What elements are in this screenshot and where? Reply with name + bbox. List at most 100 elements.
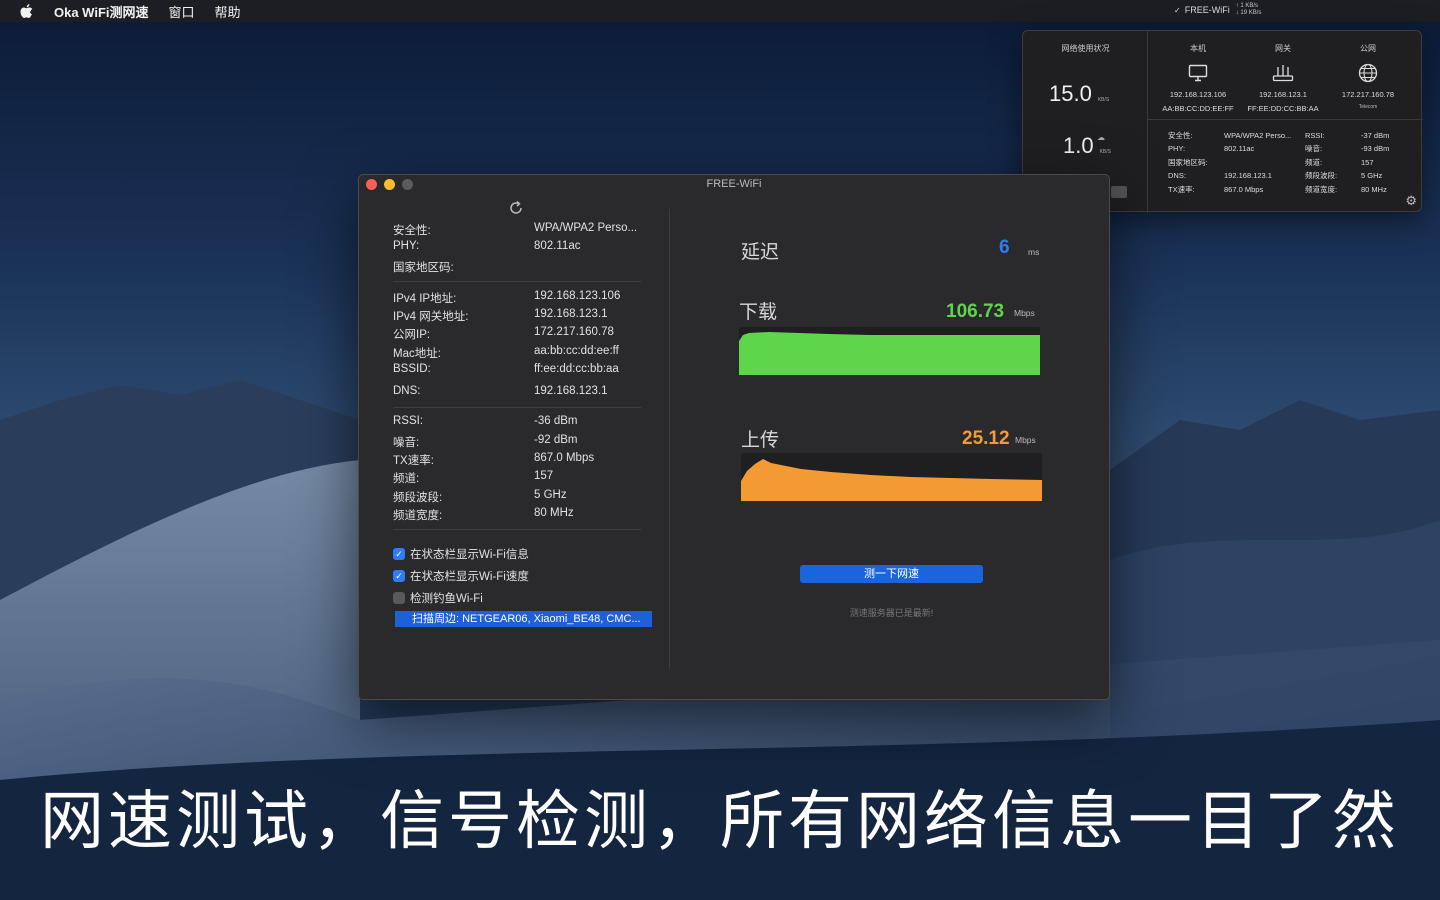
upload-unit: Mbps <box>1015 435 1036 445</box>
status-upload: ↑ 1 KB/s <box>1235 3 1259 9</box>
popover-divider <box>1148 119 1423 120</box>
info-right-values: -37 dBm -93 dBm 157 5 GHz 80 MHz <box>1361 129 1389 196</box>
info-row-mac: Mac地址: aa:bb:cc:dd:ee:ff <box>393 345 641 361</box>
info-value: aa:bb:cc:dd:ee:ff <box>534 345 619 357</box>
option-detect-phishing[interactable]: 检测钓鱼Wi-Fi <box>393 590 483 606</box>
window-title: FREE-WiFi <box>706 178 762 190</box>
info-row-bssid: BSSID: ff:ee:dd:cc:bb:aa <box>393 363 641 379</box>
info-row-rssi: RSSI: -36 dBm <box>393 415 641 431</box>
menu-help[interactable]: 帮助 <box>215 2 241 21</box>
info-row-phy: PHY: 802.11ac <box>393 240 641 256</box>
scan-nearby-bar[interactable]: 扫描周边: NETGEAR06, Xiaomi_BE48, CMC... <box>395 611 652 627</box>
run-speed-test-button[interactable]: 测一下网速 <box>800 565 983 583</box>
status-speeds: ↑ 1 KB/s ↓ 19 KB/s <box>1236 3 1262 17</box>
info-key: 频段波段: <box>1305 171 1338 181</box>
info-value: 192.168.123.1 <box>1224 171 1272 181</box>
status-download: ↓ 19 KB/s <box>1235 10 1262 16</box>
info-key: 频段波段: <box>393 492 443 504</box>
divider <box>393 407 641 408</box>
download-speed-unit: KB/S <box>1097 97 1110 103</box>
info-key: 国家地区码: <box>1168 157 1208 167</box>
upload-graph <box>741 453 1042 501</box>
info-key: 频道宽度: <box>393 510 443 522</box>
latency-value: 6 <box>999 237 1010 258</box>
info-key: 安全性: <box>1168 131 1193 140</box>
download-speed-value: 15.0 <box>1049 81 1092 106</box>
info-row-width: 频道宽度: 80 MHz <box>393 507 641 523</box>
info-value: ff:ee:dd:cc:bb:aa <box>534 363 619 375</box>
info-key: 频道: <box>393 473 420 485</box>
info-value <box>1224 156 1291 169</box>
menu-window[interactable]: 窗口 <box>169 2 195 21</box>
checkbox-checked-icon[interactable]: ✓ <box>393 570 405 582</box>
option-show-wifi-speed[interactable]: ✓ 在状态栏显示Wi-Fi速度 <box>393 568 529 584</box>
option-label: 检测钓鱼Wi-Fi <box>410 593 483 605</box>
info-value: 192.168.123.1 <box>534 385 608 397</box>
info-key: DNS: <box>393 385 421 397</box>
refresh-icon[interactable] <box>507 199 525 217</box>
info-key: Mac地址: <box>393 348 441 360</box>
info-value: -37 dBm <box>1361 131 1390 140</box>
info-key: 公网IP: <box>393 329 431 341</box>
info-row-dns: DNS: 192.168.123.1 <box>393 385 641 401</box>
gear-icon[interactable]: ⚙ <box>1405 193 1417 209</box>
info-value: 802.11ac <box>1224 144 1255 154</box>
upload-speed-value: 1.0 <box>1063 133 1094 158</box>
info-key: 噪音: <box>393 437 420 449</box>
download-graph <box>739 327 1040 375</box>
info-key: RSSI: <box>393 415 424 427</box>
info-key: TX速率: <box>1168 184 1195 194</box>
info-value: 172.217.160.78 <box>534 326 614 338</box>
info-value: 192.168.123.1 <box>534 308 608 320</box>
status-ssid: FREE-WiFi <box>1184 5 1230 15</box>
server-status-note: 测速服务器已是最新! <box>849 608 934 618</box>
latency-label: 延迟 <box>741 242 780 263</box>
info-key: 国家地区码: <box>393 262 454 274</box>
info-key: BSSID: <box>393 363 431 375</box>
info-row-country: 国家地区码: <box>393 259 641 275</box>
info-row-security: 安全性: WPA/WPA2 Perso... <box>393 222 641 238</box>
info-value: WPA/WPA2 Perso... <box>534 222 638 234</box>
info-value: 80 MHz <box>1361 184 1387 194</box>
info-row-channel: 频道: 157 <box>393 470 641 486</box>
scroll-handle[interactable] <box>1111 186 1127 198</box>
info-row-band: 频段波段: 5 GHz <box>393 489 641 505</box>
upload-value: 25.12 <box>962 428 1010 449</box>
info-right-keys: RSSI: 噪音: 频道: 频段波段: 频道宽度: <box>1305 129 1337 196</box>
checkbox-checked-icon[interactable]: ✓ <box>393 548 405 560</box>
main-window: FREE-WiFi 安全性: WPA/WPA2 Perso... PHY: 802.… <box>358 174 1110 700</box>
option-label: 在状态栏显示Wi-Fi信息 <box>410 549 529 561</box>
info-key: 频道宽度: <box>1305 184 1338 194</box>
info-left-keys: 安全性: PHY: 国家地区码: DNS: TX速率: <box>1168 129 1208 196</box>
info-key: PHY: <box>1168 144 1186 154</box>
menu-bar: Oka WiFi测网速 窗口 帮助 ✓ FREE-WiFi ↑ 1 KB/s ↓… <box>0 0 1440 22</box>
title-bar: FREE-WiFi <box>359 175 1109 195</box>
status-item-wifi[interactable]: ✓ FREE-WiFi ↑ 1 KB/s ↓ 19 KB/s <box>1174 3 1261 17</box>
info-row-ipv4: IPv4 IP地址: 192.168.123.106 <box>393 290 641 306</box>
info-value: 867.0 Mbps <box>1224 184 1264 194</box>
globe-icon <box>1318 62 1418 84</box>
option-show-wifi-info[interactable]: ✓ 在状态栏显示Wi-Fi信息 <box>393 546 529 562</box>
network-devices-panel: 本机 192.168.123.106 AA:BB:CC:DD:EE:FF 网关 … <box>1148 31 1423 213</box>
info-row-gateway: IPv4 网关地址: 192.168.123.1 <box>393 308 641 324</box>
menu-app-name[interactable]: Oka WiFi测网速 <box>54 2 149 21</box>
info-value: 80 MHz <box>534 507 574 519</box>
checkbox-unchecked-icon[interactable] <box>393 592 405 604</box>
info-key: 噪音: <box>1305 144 1323 154</box>
info-value: -93 dBm <box>1361 144 1390 154</box>
info-value: 5 GHz <box>1361 171 1383 181</box>
info-key: RSSI: <box>1305 131 1325 140</box>
download-graph-area <box>739 332 1040 375</box>
info-value: WPA/WPA2 Perso... <box>1224 131 1292 140</box>
download-label: 下载 <box>739 302 778 323</box>
info-value: -92 dBm <box>534 434 578 446</box>
apple-icon[interactable] <box>20 3 34 19</box>
wifi-check-icon: ✓ <box>1174 5 1181 15</box>
info-row-public-ip: 公网IP: 172.217.160.78 <box>393 326 641 342</box>
device-public: 公网 172.217.160.78 Telecom <box>1318 43 1418 110</box>
upload-speed-unit: KB/S <box>1099 149 1111 155</box>
panel-divider <box>669 209 670 669</box>
info-value: 802.11ac <box>534 240 581 252</box>
option-label: 在状态栏显示Wi-Fi速度 <box>410 571 529 583</box>
info-left-values: WPA/WPA2 Perso... 802.11ac 192.168.123.1… <box>1224 129 1291 196</box>
